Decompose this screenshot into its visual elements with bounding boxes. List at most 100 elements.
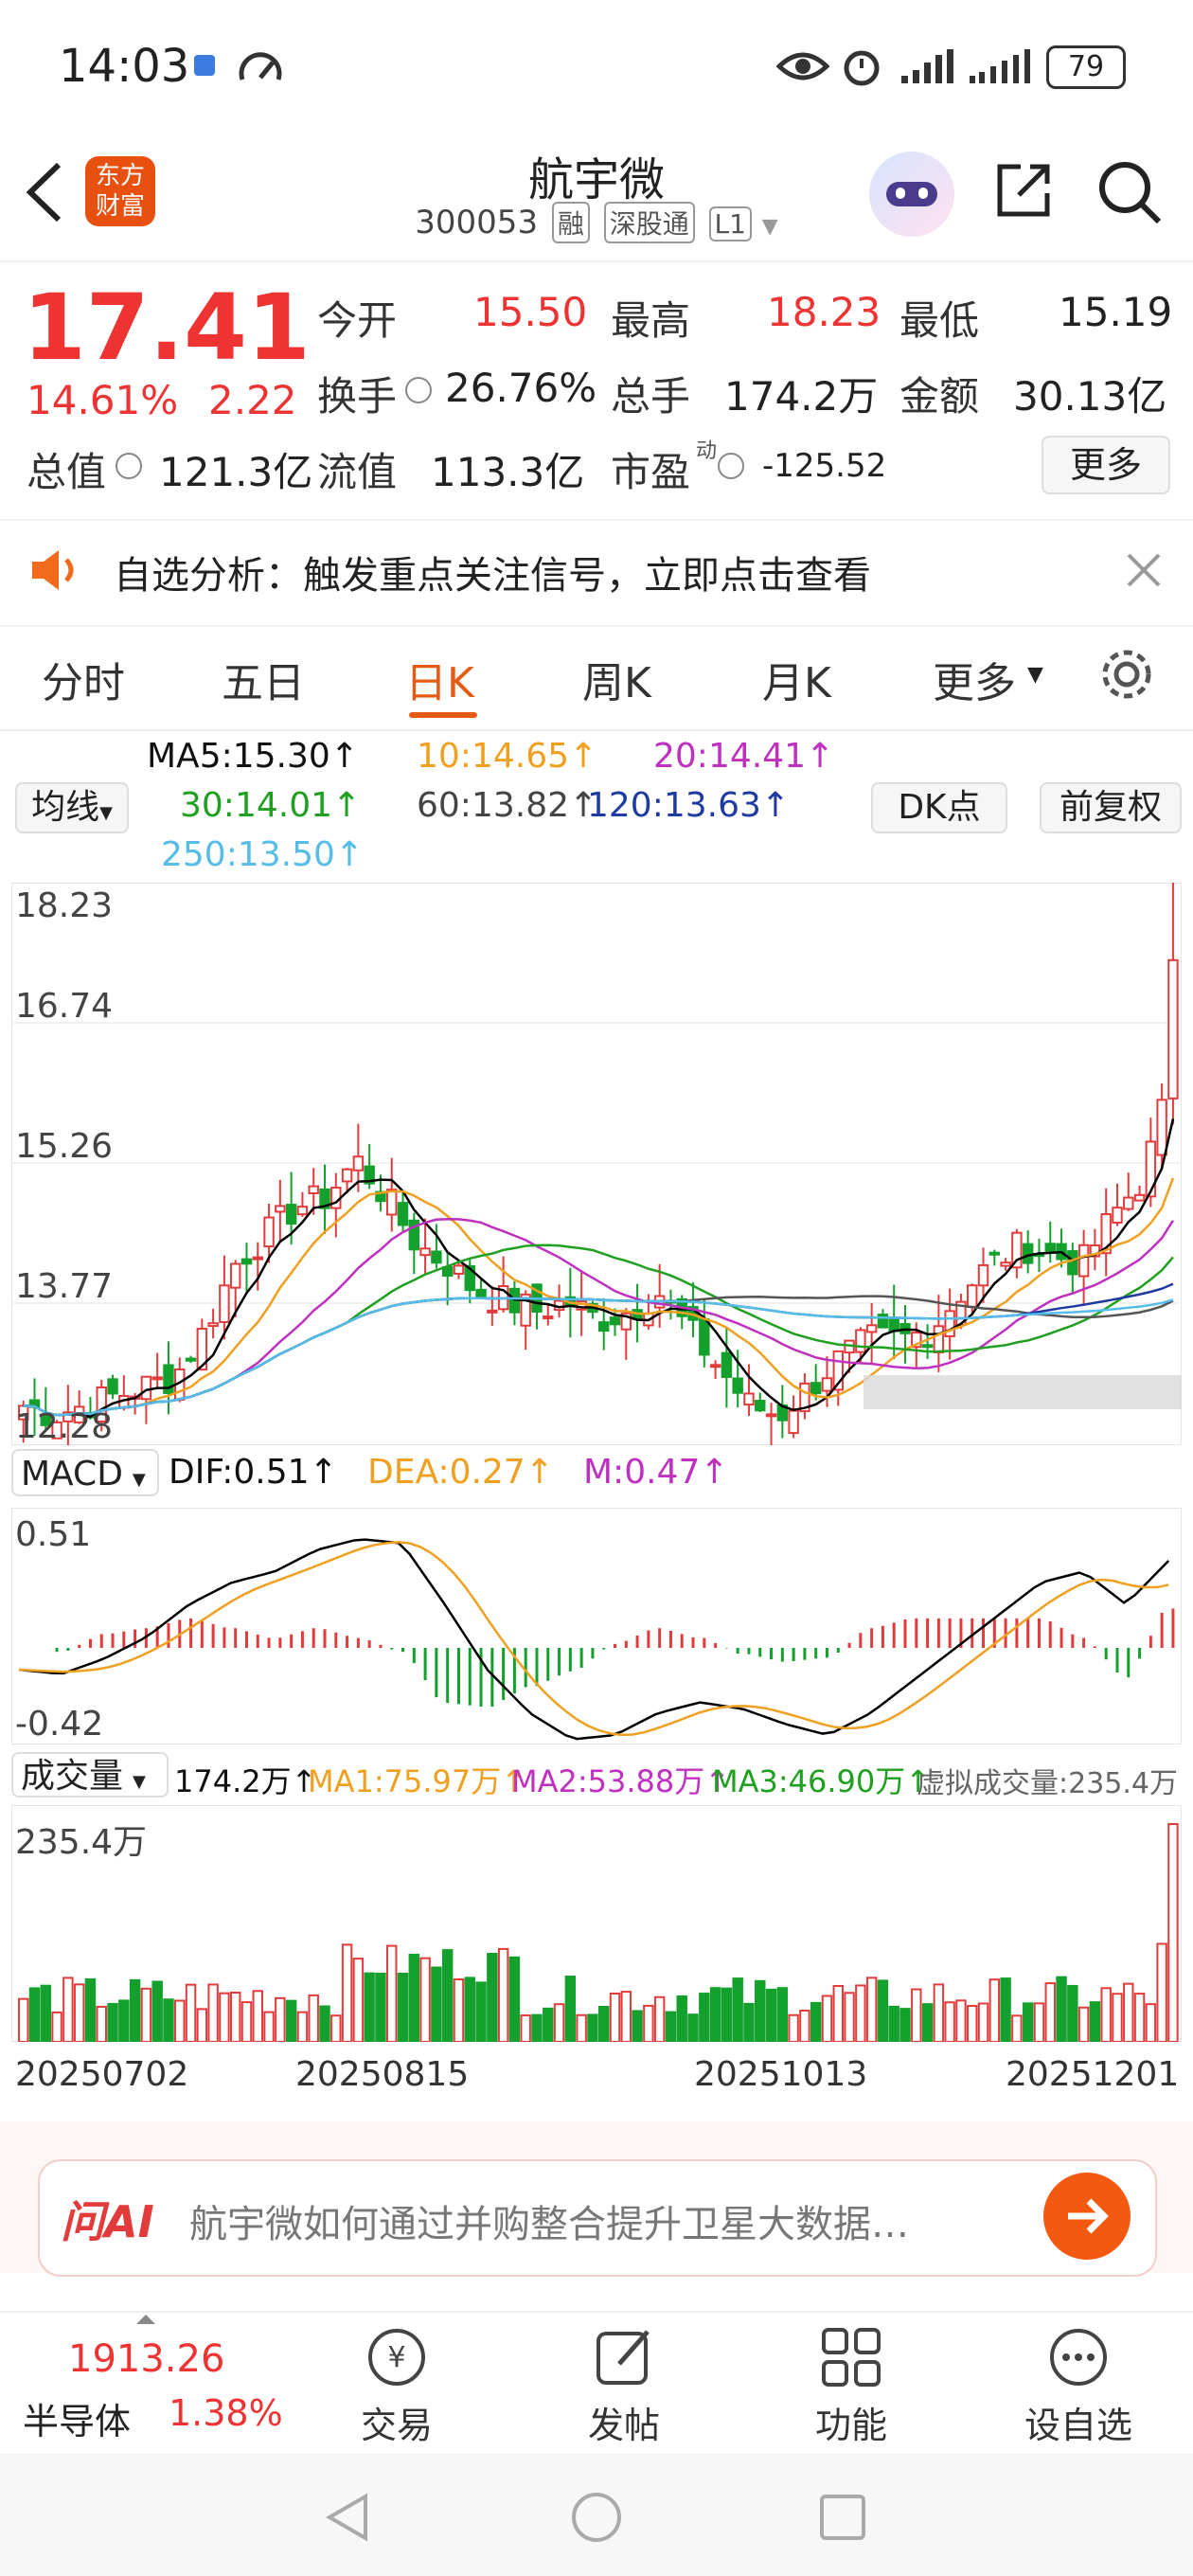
volume-bar <box>107 2002 118 2042</box>
tab-weekly[interactable]: 周K <box>582 649 651 709</box>
volume-bar <box>977 2002 989 2042</box>
volume-bar <box>163 1998 174 2042</box>
volume-bar <box>576 2013 587 2042</box>
vol-ma3: MA3:46.90万↑ <box>712 1763 932 1799</box>
candle-body <box>1156 1099 1167 1156</box>
ai-question[interactable]: 航宇微如何通过并购整合提升卫星大数据… <box>189 2193 909 2248</box>
volume-bar <box>441 1949 454 2042</box>
stock-code: 300053 <box>415 204 539 242</box>
candle-body <box>598 1321 610 1333</box>
ai-robot-icon[interactable] <box>869 152 954 237</box>
function-icon[interactable] <box>818 2324 884 2390</box>
volume-bar <box>855 1984 866 2042</box>
candle-body <box>709 1364 721 1368</box>
volume-bar <box>1145 2003 1157 2042</box>
tab-intraday[interactable]: 分时 <box>42 649 125 709</box>
volume-bar <box>899 2008 911 2042</box>
price-axis-2: 16.74 <box>15 987 114 1026</box>
volume-chart[interactable] <box>11 1805 1182 2042</box>
search-icon[interactable] <box>1096 159 1163 225</box>
volume-bar <box>921 2003 934 2042</box>
volume-bar <box>487 1952 498 2042</box>
volume-selector[interactable]: 成交量 ▼ <box>11 1752 169 1798</box>
chevron-down-icon[interactable]: ▼ <box>1027 663 1043 687</box>
volume-bar <box>185 1983 197 2042</box>
ma120-label: 120:13.63↑ <box>587 786 791 825</box>
volume-bar <box>598 2006 610 2042</box>
info-icon[interactable] <box>116 453 142 479</box>
volume-bar <box>1011 2014 1023 2042</box>
trade-icon[interactable]: ¥ <box>364 2324 430 2390</box>
index-value[interactable]: 1913.26 <box>68 2337 224 2381</box>
dk-button[interactable]: DK点 <box>871 782 1007 833</box>
macd-m: M:0.47↑ <box>583 1453 729 1492</box>
candle-body <box>419 1247 431 1257</box>
price-axis-top: 18.23 <box>15 886 114 925</box>
recent-nav-icon[interactable] <box>818 2493 867 2542</box>
volume-bar <box>341 1943 353 2042</box>
nav-trade[interactable]: 交易 <box>321 2396 472 2448</box>
amount-value: 30.13亿 <box>1013 373 1167 420</box>
volume-bar <box>84 1977 97 2042</box>
candle-body <box>1077 1243 1090 1278</box>
arrow-right-icon[interactable] <box>1043 2173 1131 2260</box>
nav-function[interactable]: 功能 <box>775 2396 927 2448</box>
index-name[interactable]: 半导体 <box>23 2392 131 2444</box>
more-button[interactable]: 更多 <box>1042 436 1170 494</box>
volume-bar <box>28 1987 41 2042</box>
adjust-button[interactable]: 前复权 <box>1040 782 1182 833</box>
candle-body <box>1145 1140 1157 1198</box>
macd-chart[interactable] <box>11 1508 1182 1744</box>
gear-icon[interactable] <box>1098 646 1155 703</box>
nav-add-watchlist[interactable]: 设自选 <box>1003 2396 1154 2448</box>
alert-text[interactable]: 自选分析：触发重点关注信号，立即点击查看 <box>114 545 871 599</box>
volume-bar <box>1044 1982 1056 2042</box>
volume-bar <box>877 1979 889 2042</box>
kline-chart[interactable] <box>11 883 1182 1445</box>
ma250-label: 250:13.50↑ <box>161 835 365 874</box>
vol-axis-top: 235.4万 <box>15 1823 148 1862</box>
tab-daily[interactable]: 日K <box>405 649 474 709</box>
candle-body <box>921 1344 934 1349</box>
volume-bar <box>252 1990 263 2042</box>
tab-monthly[interactable]: 月K <box>762 649 831 709</box>
info-icon[interactable] <box>718 453 744 479</box>
ma20-label: 20:14.41↑ <box>653 737 835 776</box>
share-icon[interactable] <box>992 159 1055 222</box>
tabs-divider <box>0 729 1193 731</box>
candle-body <box>1112 1207 1123 1225</box>
candle-body <box>888 1316 899 1333</box>
chevron-down-icon[interactable]: ▼ <box>762 215 778 239</box>
tab-more[interactable]: 更多 <box>933 649 1016 709</box>
back-nav-icon[interactable] <box>324 2491 371 2544</box>
tab-five-day[interactable]: 五日 <box>222 649 305 709</box>
open-label: 今开 <box>317 297 398 344</box>
vol-ma2: MA2:53.88万↑ <box>511 1763 731 1799</box>
volume-bar <box>240 2001 253 2042</box>
volume-bar <box>1033 2002 1045 2042</box>
nav-post[interactable]: 发帖 <box>548 2396 700 2448</box>
volume-bar <box>40 1984 52 2042</box>
tab-indicator <box>409 712 477 718</box>
vol-virtual: 虚拟成交量:235.4万 <box>917 1767 1178 1800</box>
macd-selector[interactable]: MACD ▼ <box>11 1449 159 1496</box>
volume-bar <box>665 2011 677 2042</box>
signal-2-icon <box>970 49 1030 83</box>
volume-bar <box>397 1972 409 2042</box>
ma-selector[interactable]: 均线▼ <box>15 782 129 833</box>
home-nav-icon[interactable] <box>570 2491 623 2544</box>
high-value: 18.23 <box>767 289 881 335</box>
more-dots-icon[interactable] <box>1045 2324 1112 2390</box>
status-time: 14:03 <box>59 40 190 93</box>
volume-bar <box>1077 2006 1090 2042</box>
post-icon[interactable] <box>591 2324 657 2390</box>
volume-value: 174.2万 <box>724 373 879 420</box>
info-icon[interactable] <box>405 377 432 403</box>
volume-bar <box>1133 1993 1146 2042</box>
date-label-1: 20250702 <box>15 2055 189 2094</box>
close-icon[interactable] <box>1125 551 1163 589</box>
volume-bar <box>531 2013 543 2042</box>
volume-bar <box>832 1984 844 2042</box>
volume-bar <box>967 2005 978 2042</box>
volume-bar <box>632 2010 643 2042</box>
